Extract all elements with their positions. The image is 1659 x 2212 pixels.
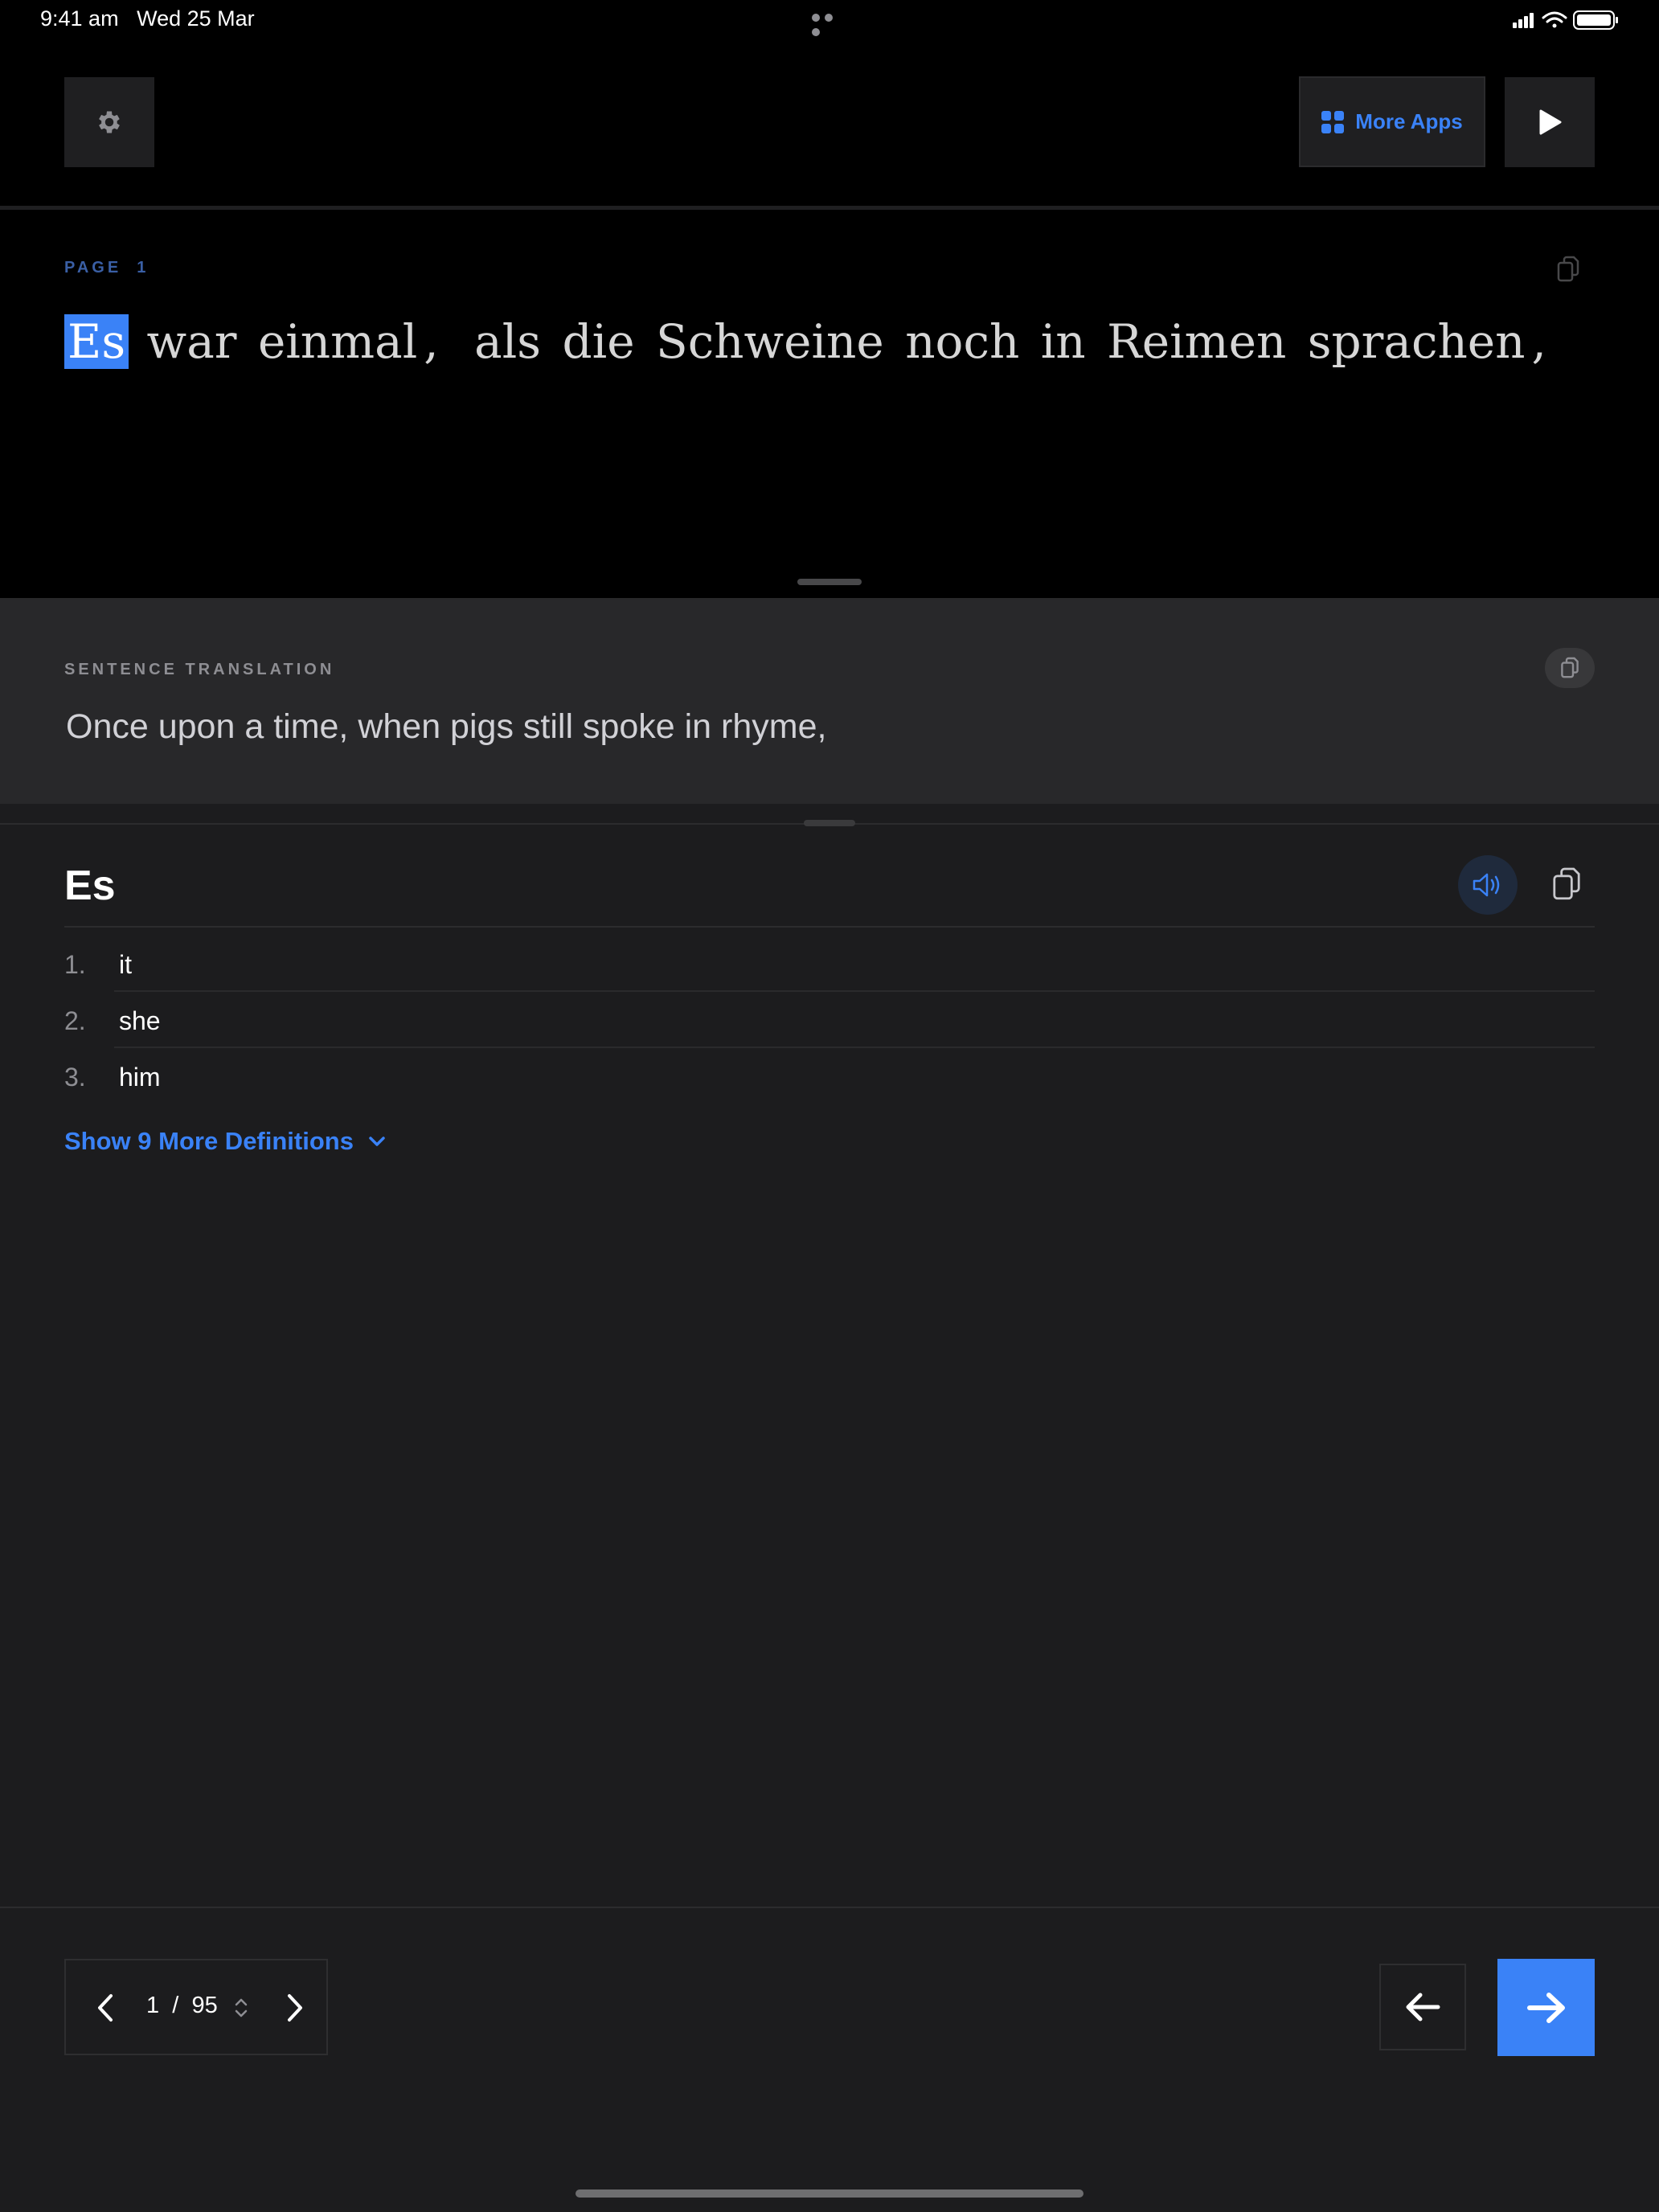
translation-text: Once upon a time, when pigs still spoke … — [66, 707, 827, 746]
chevron-down-icon — [369, 1137, 385, 1146]
chevron-right-icon — [288, 1994, 302, 2022]
sentence-word[interactable]: noch — [902, 314, 1022, 369]
chevron-left-icon — [98, 1994, 113, 2022]
definitions-divider — [64, 926, 1595, 928]
resize-handle[interactable] — [804, 820, 855, 826]
show-more-label: Show 9 More Definitions — [64, 1127, 354, 1155]
definition-number: 2. — [64, 1006, 86, 1035]
translation-panel — [0, 598, 1659, 804]
definition-copy-button[interactable] — [1546, 860, 1587, 908]
multitasking-dots-icon[interactable] — [812, 11, 847, 36]
definition-text: it — [119, 950, 132, 979]
previous-sentence-button[interactable] — [1379, 1964, 1466, 2050]
more-apps-label: More Apps — [1355, 109, 1463, 133]
show-more-definitions-button[interactable]: Show 9 More Definitions — [64, 1127, 386, 1156]
sentence-punctuation: , — [1531, 314, 1546, 369]
next-page-button[interactable] — [278, 1991, 310, 2025]
source-sentence: Es war einmal, als die Schweine noch in … — [64, 304, 1564, 379]
page-navigator: 1 / 95 — [64, 1959, 328, 2055]
page-separator: / — [172, 1993, 179, 2018]
home-indicator[interactable] — [576, 2189, 1083, 2198]
toolbar-divider — [0, 206, 1659, 210]
definition-text: him — [119, 1063, 161, 1092]
sentence-word[interactable]: die — [559, 314, 638, 369]
sentence-word[interactable]: war — [144, 314, 240, 369]
definition-number: 3. — [64, 1063, 86, 1092]
status-time: 9:41 am Wed 25 Mar — [40, 6, 255, 31]
sentence-word-selected[interactable]: Es — [64, 314, 129, 369]
play-icon — [1539, 109, 1562, 135]
grid-icon — [1321, 110, 1345, 133]
definition-item: 3. him — [64, 1048, 1595, 1104]
translation-label: SENTENCE TRANSLATION — [64, 661, 335, 678]
sentence-word[interactable]: Schweine — [653, 314, 887, 369]
arrow-left-icon — [1406, 1993, 1440, 2022]
arrow-right-icon — [1526, 1992, 1565, 2023]
definition-number: 1. — [64, 950, 86, 979]
footer-divider — [0, 1907, 1659, 1908]
translation-copy-button[interactable] — [1545, 648, 1595, 688]
selected-word-title: Es — [64, 862, 116, 909]
next-sentence-button[interactable] — [1497, 1959, 1595, 2056]
sentence-word[interactable]: als — [471, 314, 544, 369]
sentence-word[interactable]: in — [1038, 314, 1089, 369]
current-page: 1 — [146, 1993, 160, 2018]
definition-item: 2. she — [64, 992, 1595, 1048]
sentence-word[interactable]: einmal — [255, 314, 420, 369]
resize-handle[interactable] — [797, 579, 862, 585]
gear-icon — [99, 111, 120, 133]
sentence-punctuation: , — [424, 314, 439, 369]
wifi-icon — [1542, 11, 1567, 28]
copy-icon — [1553, 867, 1580, 900]
pronounce-button[interactable] — [1458, 855, 1518, 915]
sentence-word[interactable]: sprachen — [1305, 314, 1529, 369]
page-indicator[interactable]: 1 / 95 — [146, 1993, 218, 2019]
sentence-word[interactable]: Reimen — [1104, 314, 1289, 369]
play-button[interactable] — [1505, 77, 1595, 167]
battery-icon — [1573, 10, 1618, 30]
definition-item: 1. it — [64, 936, 1595, 992]
definition-text: she — [119, 1006, 161, 1035]
status-icons — [1511, 8, 1632, 32]
settings-button[interactable] — [64, 77, 154, 167]
previous-page-button[interactable] — [90, 1991, 122, 2025]
copy-icon[interactable] — [1556, 256, 1580, 283]
more-apps-button[interactable]: More Apps — [1299, 76, 1485, 167]
cellular-signal-icon — [1513, 13, 1534, 28]
speaker-icon — [1473, 873, 1500, 897]
up-down-chevron-icon[interactable] — [233, 1994, 249, 2022]
page-label: PAGE 1 — [64, 259, 150, 276]
copy-icon — [1561, 657, 1579, 678]
total-pages: 95 — [191, 1993, 218, 2018]
